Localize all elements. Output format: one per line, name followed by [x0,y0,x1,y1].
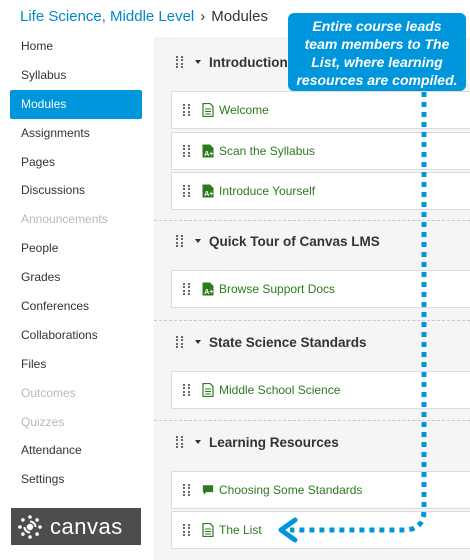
svg-text:A+: A+ [204,289,213,296]
module-item-the-list[interactable]: The List [171,511,470,549]
module-item-label[interactable]: Browse Support Docs [219,282,335,296]
breadcrumb-course-link[interactable]: Life Science, Middle Level [20,8,194,25]
callout-line: Entire course leads [312,18,442,34]
page-icon [202,523,214,537]
assignment-icon: A+ [202,282,214,296]
module-item-label[interactable]: The List [219,523,262,537]
nav-item-discussions[interactable]: Discussions [10,176,142,205]
collapse-caret-icon[interactable] [195,239,201,243]
breadcrumb-current: Modules [211,8,268,25]
svg-text:A+: A+ [204,191,213,198]
nav-item-announcements[interactable]: Announcements [10,205,142,234]
nav-item-people[interactable]: People [10,234,142,263]
nav-item-modules[interactable]: Modules [10,89,142,119]
breadcrumb-separator: › [200,8,206,25]
callout-line: team members to The [304,36,450,52]
module-item-label[interactable]: Welcome [219,103,269,117]
assignment-icon: A+ [202,184,214,198]
drag-handle-icon[interactable] [176,56,184,68]
nav-item-assignments[interactable]: Assignments [10,119,142,148]
module-header-quick-tour[interactable]: Quick Tour of Canvas LMS [154,229,470,253]
module-title: Learning Resources [209,434,339,450]
discussion-icon [202,485,214,495]
drag-handle-icon[interactable] [183,283,191,295]
collapse-caret-icon[interactable] [195,60,201,64]
module-title: State Science Standards [209,334,367,350]
drag-handle-icon[interactable] [183,384,191,396]
nav-item-outcomes[interactable]: Outcomes [10,379,142,408]
nav-item-syllabus[interactable]: Syllabus [10,61,142,90]
callout-line: List, where learning [311,54,443,70]
module-item-welcome[interactable]: Welcome [171,91,470,129]
canvas-logo-icon [18,514,42,539]
module-item-choosing-standards[interactable]: Choosing Some Standards [171,471,470,509]
module-item-introduce-yourself[interactable]: A+ Introduce Yourself [171,172,470,210]
course-nav: Home Syllabus Modules Assignments Pages … [10,32,142,494]
nav-item-pages[interactable]: Pages [10,148,142,177]
module-item-browse-support-docs[interactable]: A+ Browse Support Docs [171,270,470,308]
module-title: Quick Tour of Canvas LMS [209,233,380,249]
collapse-caret-icon[interactable] [195,440,201,444]
nav-item-conferences[interactable]: Conferences [10,292,142,321]
collapse-caret-icon[interactable] [195,340,201,344]
nav-item-files[interactable]: Files [10,350,142,379]
nav-item-quizzes[interactable]: Quizzes [10,408,142,437]
nav-item-collaborations[interactable]: Collaborations [10,321,142,350]
module-title: Introduction [209,54,288,70]
module-divider [154,320,470,321]
module-item-label[interactable]: Middle School Science [219,383,340,397]
module-item-scan-syllabus[interactable]: A+ Scan the Syllabus [171,132,470,170]
canvas-logo[interactable]: canvas [11,508,141,545]
module-item-label[interactable]: Choosing Some Standards [219,483,362,497]
callout-line: resources are compiled. [296,72,458,88]
drag-handle-icon[interactable] [183,145,191,157]
annotation-callout: Entire course leads team members to The … [288,13,466,91]
drag-handle-icon[interactable] [176,336,184,348]
module-item-label[interactable]: Scan the Syllabus [219,144,315,158]
drag-handle-icon[interactable] [183,524,191,536]
module-header-learning-resources[interactable]: Learning Resources [154,430,470,454]
canvas-logo-text: canvas [50,513,123,539]
drag-handle-icon[interactable] [176,436,184,448]
nav-item-home[interactable]: Home [10,32,142,61]
module-header-state-standards[interactable]: State Science Standards [154,330,470,354]
drag-handle-icon[interactable] [183,185,191,197]
nav-item-attendance[interactable]: Attendance [10,436,142,465]
module-divider [154,220,470,221]
module-item-middle-school-science[interactable]: Middle School Science [171,371,470,409]
nav-item-grades[interactable]: Grades [10,263,142,292]
drag-handle-icon[interactable] [176,235,184,247]
svg-text:A+: A+ [204,151,213,158]
module-item-label[interactable]: Introduce Yourself [219,184,315,198]
page-icon [202,103,214,117]
assignment-icon: A+ [202,144,214,158]
nav-item-settings[interactable]: Settings [10,465,142,494]
drag-handle-icon[interactable] [183,484,191,496]
module-divider [154,420,470,421]
page-icon [202,383,214,397]
drag-handle-icon[interactable] [183,104,191,116]
breadcrumb: Life Science, Middle Level › Modules [20,8,268,28]
